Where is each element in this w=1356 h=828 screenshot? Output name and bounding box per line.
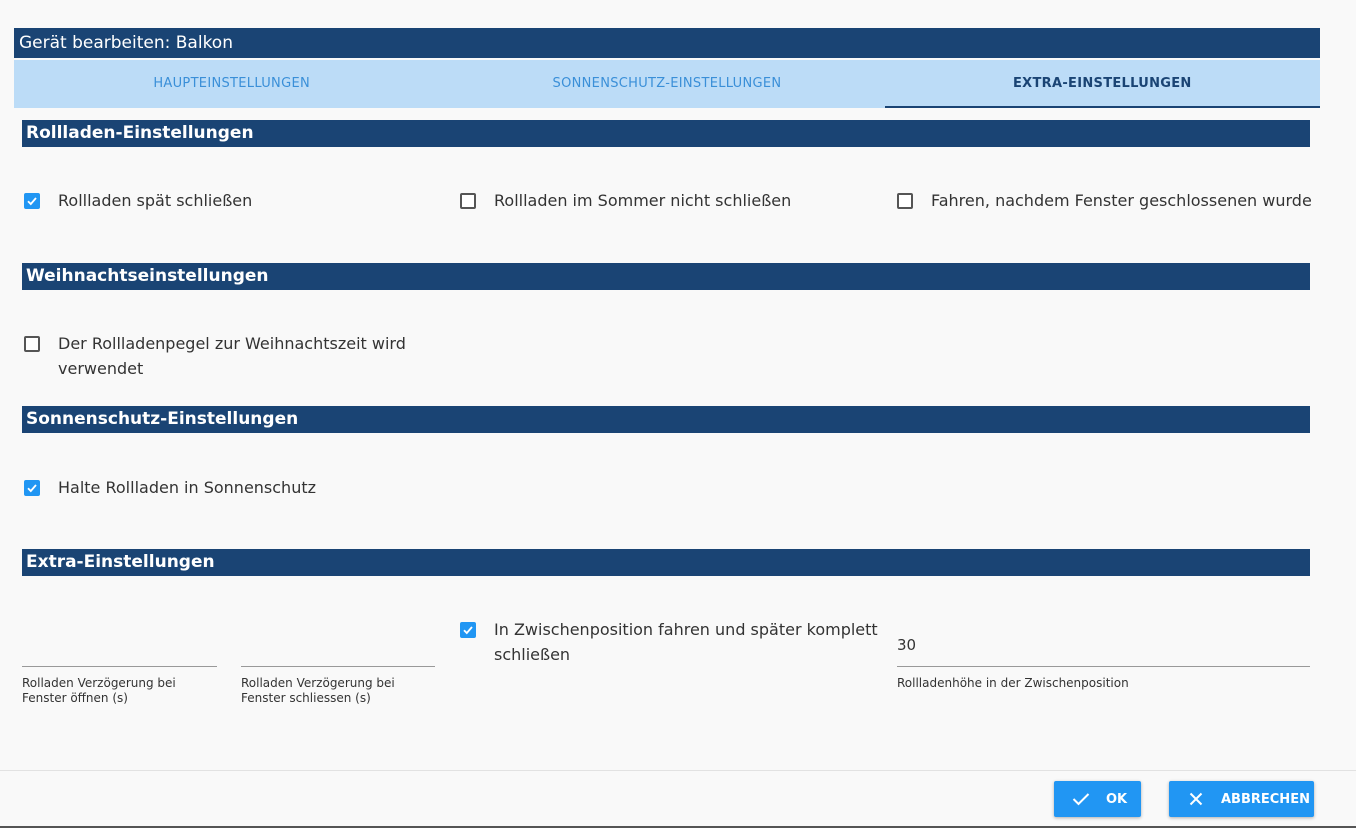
tab-bar: HAUPTEINSTELLUNGEN SONNENSCHUTZ-EINSTELL… — [14, 60, 1321, 108]
checkbox-label: Der Rollladenpegel zur Weihnachtszeit wi… — [58, 334, 406, 378]
checkbox-fenster-geschlossen[interactable]: Fahren, nachdem Fenster geschlossenen wu… — [897, 191, 1312, 213]
checkbox-label: Rollladen spät schließen — [58, 191, 253, 210]
ok-button[interactable]: OK — [1054, 781, 1141, 817]
zwischenposition-height-underline — [897, 666, 1310, 667]
checkbox-unchecked-icon[interactable] — [24, 336, 40, 352]
checkbox-label: Halte Rollladen in Sonnenschutz — [58, 478, 317, 497]
zwischenposition-height-caption: Rollladenhöhe in der Zwischenposition — [897, 676, 1129, 690]
check-icon — [1072, 792, 1090, 806]
section-header-extra: Extra-Einstellungen — [22, 549, 1310, 576]
footer-divider — [0, 770, 1356, 771]
ok-button-label: OK — [1106, 791, 1128, 807]
cancel-button[interactable]: ABBRECHEN — [1169, 781, 1314, 817]
section-header-sonnenschutz: Sonnenschutz-Einstellungen — [22, 406, 1310, 433]
close-icon — [1189, 792, 1203, 806]
checkbox-label: Rollladen im Sommer nicht schließen — [494, 191, 792, 210]
delay-open-caption: Rolladen Verzögerung bei Fenster öffnen … — [22, 676, 176, 705]
dialog-title: Gerät bearbeiten: Balkon — [14, 28, 1320, 58]
delay-open-underline — [22, 666, 217, 667]
delay-close-field[interactable]: Rolladen Verzögerung bei Fenster schlies… — [241, 610, 435, 710]
tab-extra-einstellungen[interactable]: EXTRA-EINSTELLUNGEN — [884, 60, 1321, 108]
section-header-rollladen: Rollladen-Einstellungen — [22, 120, 1310, 147]
checkbox-halte-sonnenschutz[interactable]: Halte Rollladen in Sonnenschutz — [24, 478, 316, 500]
checkbox-unchecked-icon[interactable] — [460, 193, 476, 209]
tab-haupteinstellungen[interactable]: HAUPTEINSTELLUNGEN — [14, 60, 449, 108]
tab-sonnenschutz-einstellungen[interactable]: SONNENSCHUTZ-EINSTELLUNGEN — [449, 60, 884, 108]
zwischenposition-height-value[interactable]: 30 — [897, 636, 916, 654]
delay-close-caption: Rolladen Verzögerung bei Fenster schlies… — [241, 676, 395, 705]
cancel-button-label: ABBRECHEN — [1221, 791, 1310, 807]
checkbox-label: In Zwischenposition fahren und später ko… — [494, 620, 878, 664]
delay-close-underline — [241, 666, 435, 667]
checkbox-checked-icon[interactable] — [24, 480, 40, 496]
checkbox-spaet-schliessen[interactable]: Rollladen spät schließen — [24, 191, 252, 213]
delay-open-field[interactable]: Rolladen Verzögerung bei Fenster öffnen … — [22, 610, 217, 710]
zwischenposition-height-field[interactable]: 30 Rollladenhöhe in der Zwischenposition — [897, 610, 1310, 710]
checkbox-label: Fahren, nachdem Fenster geschlossenen wu… — [931, 191, 1312, 210]
checkbox-checked-icon[interactable] — [460, 622, 476, 638]
checkbox-unchecked-icon[interactable] — [897, 193, 913, 209]
section-header-weihnacht: Weihnachtseinstellungen — [22, 263, 1310, 290]
checkbox-weihnachtspegel[interactable]: Der Rollladenpegel zur Weihnachtszeit wi… — [24, 334, 424, 381]
checkbox-sommer-nicht-schliessen[interactable]: Rollladen im Sommer nicht schließen — [460, 191, 791, 213]
checkbox-checked-icon[interactable] — [24, 193, 40, 209]
checkbox-zwischenposition[interactable]: In Zwischenposition fahren und später ko… — [460, 620, 880, 667]
